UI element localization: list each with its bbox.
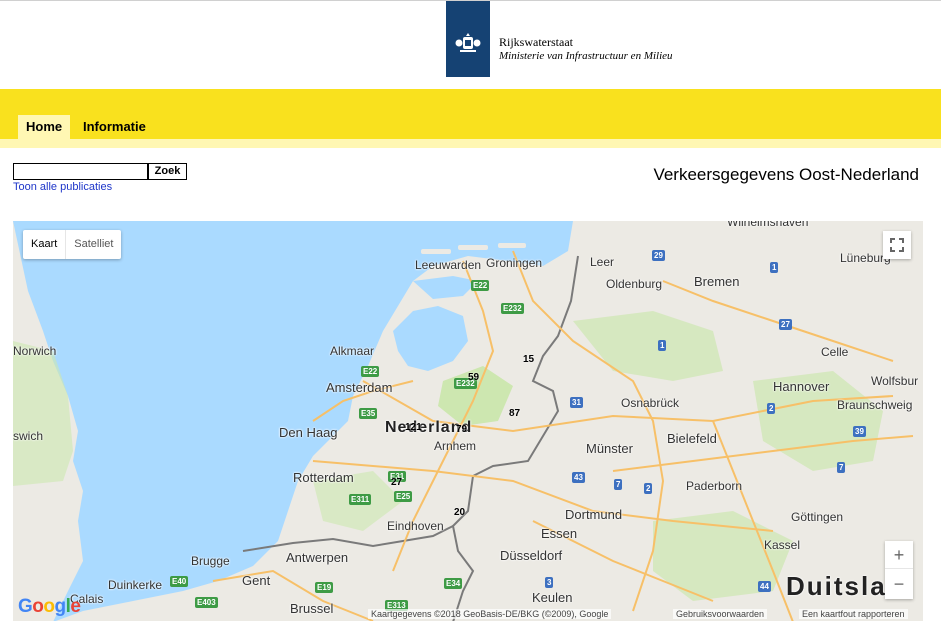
city-den-haag: Den Haag bbox=[279, 425, 338, 440]
search-button[interactable]: Zoek bbox=[148, 163, 187, 180]
count-marker[interactable]: 27 bbox=[391, 477, 402, 488]
map-view[interactable]: Wilhelmshaven Leeuwarden Groningen Leer … bbox=[13, 221, 923, 621]
city-essen: Essen bbox=[541, 526, 578, 541]
city-rotterdam: Rotterdam bbox=[293, 470, 354, 485]
count-marker[interactable]: 20 bbox=[454, 507, 465, 518]
city-gottingen: Göttingen bbox=[791, 510, 844, 524]
road-shield-e34: E34 bbox=[444, 578, 463, 589]
count-marker[interactable]: 121 bbox=[405, 422, 422, 433]
city-leer: Leer bbox=[590, 255, 615, 269]
org-name: Rijkswaterstaat bbox=[499, 35, 573, 49]
road-shield-1: 1 bbox=[658, 340, 667, 351]
road-shield-7: 7 bbox=[837, 462, 846, 473]
city-leeuwarden: Leeuwarden bbox=[415, 258, 482, 272]
road-shield-e19: E19 bbox=[315, 582, 334, 593]
city-wilhelmshaven: Wilhelmshaven bbox=[727, 221, 809, 229]
zoom-in-button[interactable]: + bbox=[885, 541, 913, 569]
search-input[interactable] bbox=[13, 163, 148, 180]
count-marker[interactable]: 79 bbox=[456, 424, 467, 435]
city-amsterdam: Amsterdam bbox=[326, 380, 393, 395]
road-shield-31: 31 bbox=[570, 397, 583, 408]
fullscreen-icon bbox=[890, 238, 904, 252]
road-shield-e25: E25 bbox=[394, 491, 413, 502]
city-norwich: Norwich bbox=[13, 344, 57, 358]
road-shield-3: 3 bbox=[545, 577, 554, 588]
all-publications-link[interactable]: Toon alle publicaties bbox=[13, 181, 112, 193]
nav-bar-underline bbox=[0, 139, 941, 148]
city-dunkerque: Duinkerke bbox=[108, 578, 163, 592]
tab-informatie[interactable]: Informatie bbox=[75, 115, 154, 139]
city-oldenburg: Oldenburg bbox=[606, 277, 663, 291]
city-ipswich: swich bbox=[13, 429, 44, 443]
crest-icon bbox=[455, 33, 481, 52]
city-arnhem: Arnhem bbox=[434, 439, 477, 453]
map-type-satelliet[interactable]: Satelliet bbox=[66, 230, 121, 259]
report-map-error-link[interactable]: Een kaartfout rapporteren bbox=[799, 609, 908, 619]
city-antwerpen: Antwerpen bbox=[286, 550, 349, 565]
road-shield-e311: E311 bbox=[349, 494, 372, 505]
city-brugge: Brugge bbox=[191, 554, 230, 568]
map-type-control: Kaart Satelliet bbox=[23, 230, 122, 259]
city-wolfsburg: Wolfsbur bbox=[871, 374, 919, 388]
road-shield-e40: E40 bbox=[170, 576, 189, 587]
road-shield-e35: E35 bbox=[359, 408, 378, 419]
city-groningen: Groningen bbox=[486, 256, 543, 270]
map-attribution: Kaartgegevens ©2018 GeoBasis-DE/BKG (©20… bbox=[368, 609, 612, 619]
city-bielefeld: Bielefeld bbox=[667, 431, 717, 446]
map-type-kaart[interactable]: Kaart bbox=[23, 230, 67, 259]
ministry-name: Ministerie van Infrastructuur en Milieu bbox=[499, 50, 673, 62]
tab-home[interactable]: Home bbox=[18, 115, 71, 139]
city-braunschweig: Braunschweig bbox=[837, 398, 913, 412]
road-shield-43: 43 bbox=[572, 472, 585, 483]
city-munster: Münster bbox=[586, 441, 633, 456]
road-shield-e22: E22 bbox=[361, 366, 380, 377]
city-paderborn: Paderborn bbox=[686, 479, 743, 493]
city-gent: Gent bbox=[242, 573, 271, 588]
city-dusseldorf: Düsseldorf bbox=[500, 548, 563, 563]
city-hannover: Hannover bbox=[773, 379, 830, 394]
road-shield-29: 29 bbox=[652, 250, 665, 261]
city-brussel: Brussel bbox=[290, 601, 334, 616]
road-shield-1: 7 bbox=[614, 479, 623, 490]
city-dortmund: Dortmund bbox=[565, 507, 623, 522]
road-shield-44: 44 bbox=[758, 581, 771, 592]
google-logo[interactable]: Google bbox=[18, 596, 81, 618]
city-celle: Celle bbox=[821, 345, 849, 359]
zoom-control: + − bbox=[885, 541, 913, 599]
road-shield-e403: E403 bbox=[195, 597, 218, 608]
road-shield-2: 2 bbox=[767, 403, 776, 414]
city-alkmaar: Alkmaar bbox=[330, 344, 375, 358]
city-eindhoven: Eindhoven bbox=[387, 519, 444, 533]
page-title: Verkeersgegevens Oost-Nederland bbox=[653, 165, 919, 184]
city-bremen: Bremen bbox=[694, 274, 740, 289]
road-shield-e22: E22 bbox=[471, 280, 490, 291]
fullscreen-button[interactable] bbox=[883, 231, 911, 259]
count-marker[interactable]: 87 bbox=[509, 408, 520, 419]
city-keulen: Keulen bbox=[532, 590, 573, 605]
count-marker[interactable]: 59 bbox=[468, 372, 479, 383]
city-kassel: Kassel bbox=[764, 538, 801, 552]
road-shield-e232: E232 bbox=[501, 303, 524, 314]
zoom-out-button[interactable]: − bbox=[885, 570, 913, 598]
road-shield-27: 27 bbox=[779, 319, 792, 330]
count-marker[interactable]: 15 bbox=[523, 354, 534, 365]
site-header: Rijkswaterstaat Ministerie van Infrastru… bbox=[0, 1, 941, 89]
terms-link[interactable]: Gebruiksvoorwaarden bbox=[673, 609, 768, 619]
city-osnabruck: Osnabrück bbox=[621, 396, 680, 410]
road-shield-39: 39 bbox=[853, 426, 866, 437]
road-shield-2: 2 bbox=[644, 483, 653, 494]
rijkswaterstaat-logo[interactable] bbox=[446, 1, 490, 77]
road-shield-1: 1 bbox=[770, 262, 779, 273]
page: Rijkswaterstaat Ministerie van Infrastru… bbox=[0, 0, 941, 621]
